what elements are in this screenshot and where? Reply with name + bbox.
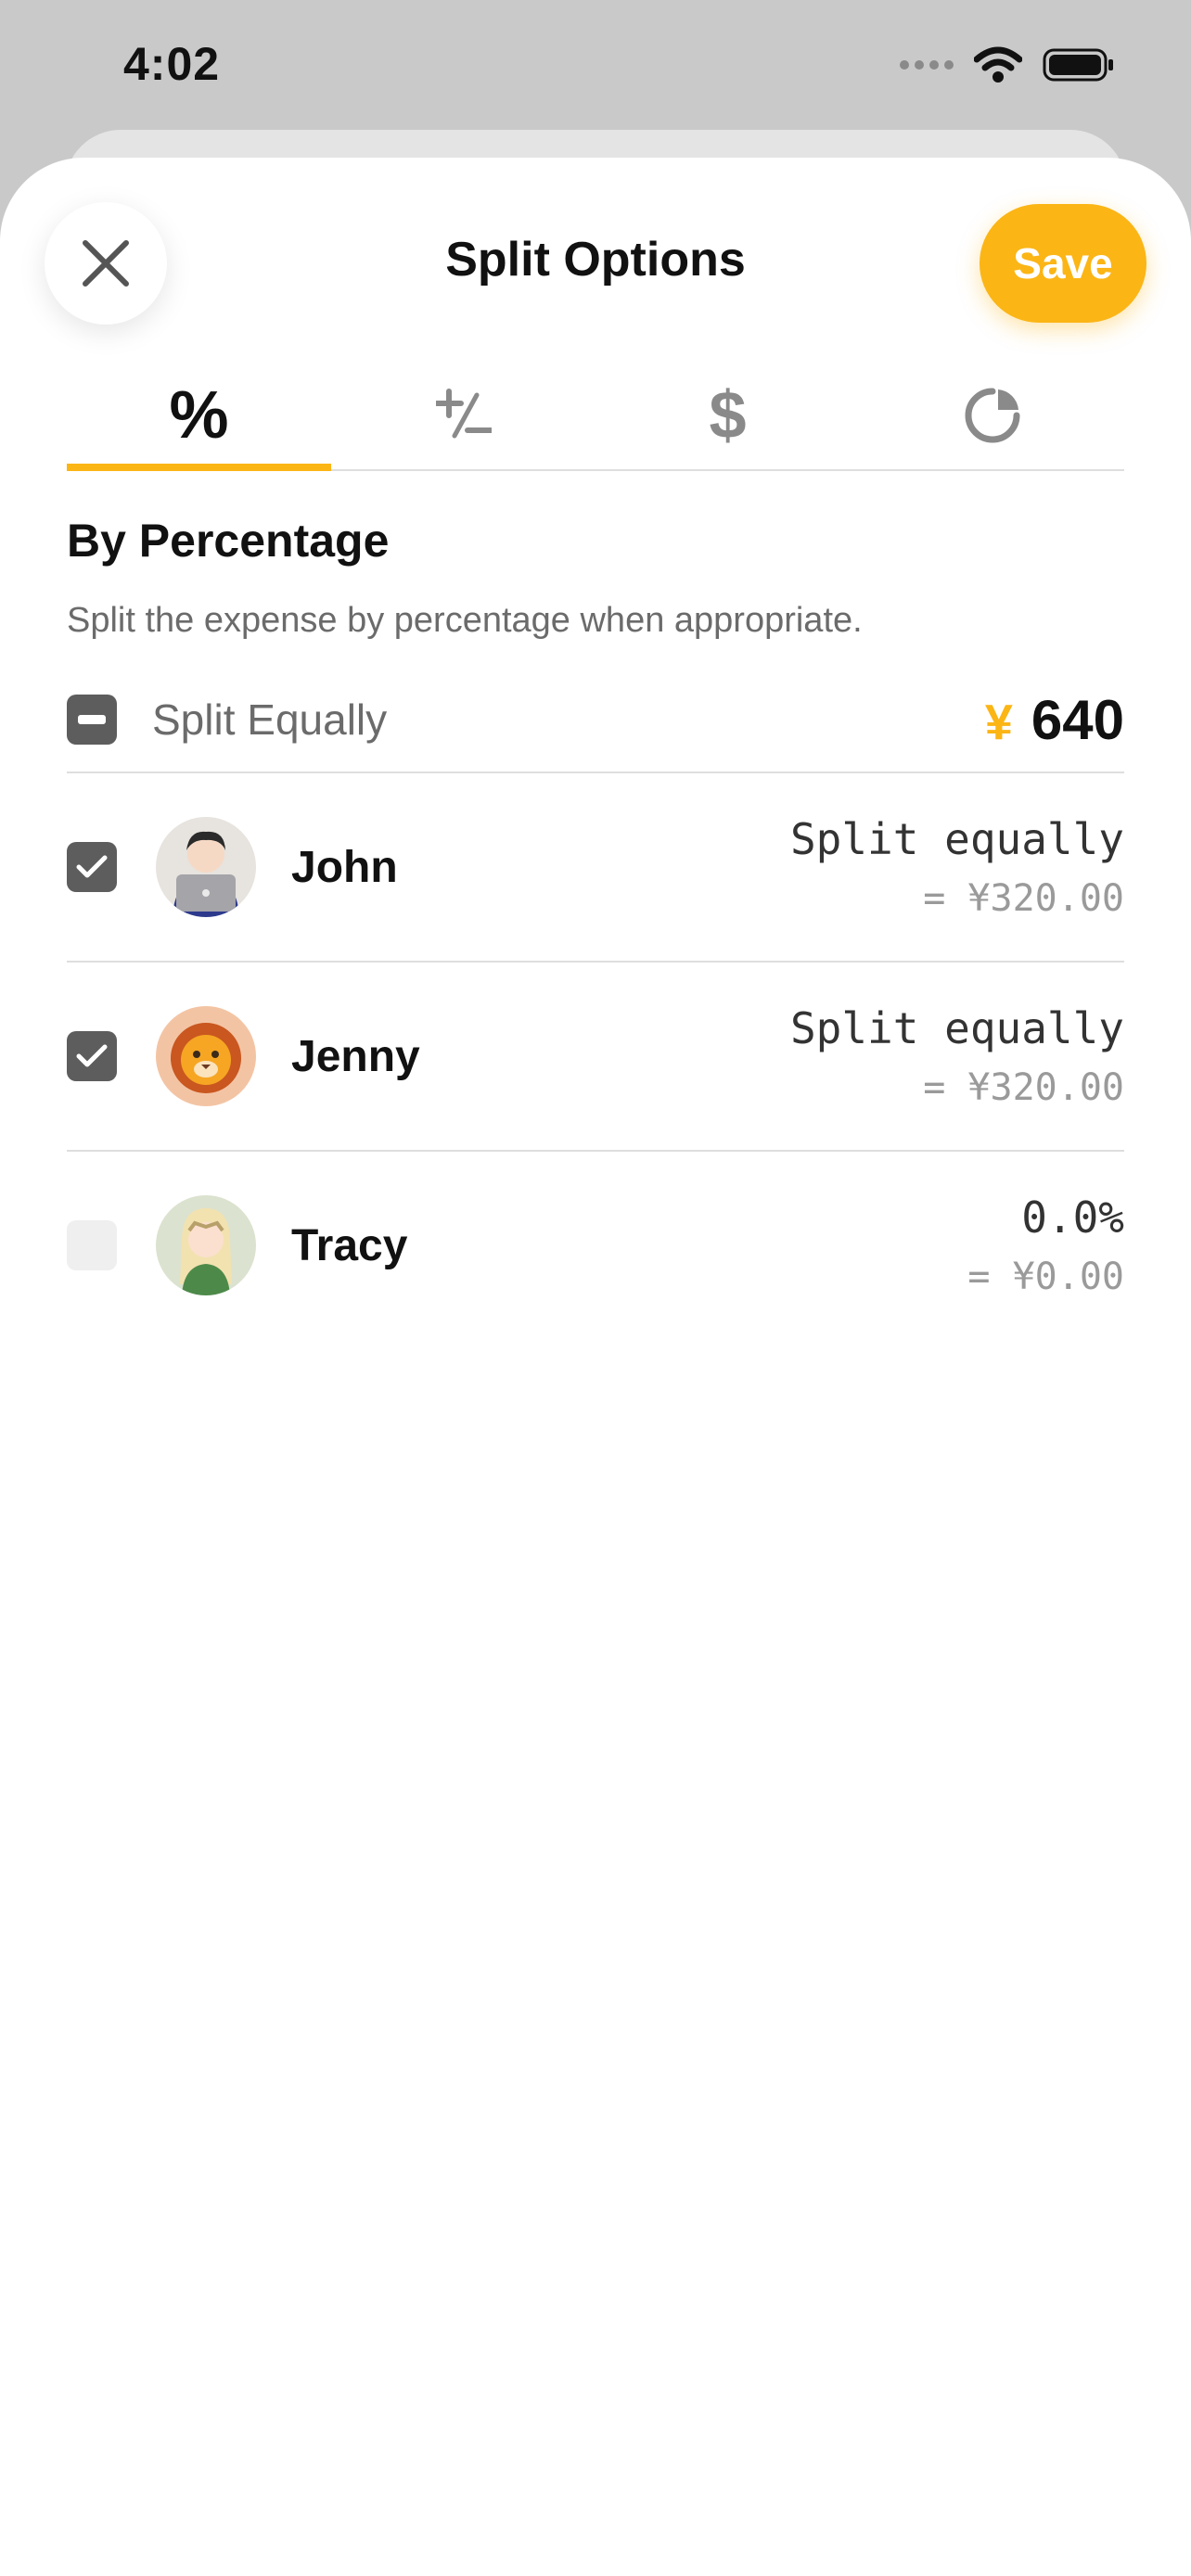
participant-amounts: Split equally = ¥320.00	[790, 1003, 1124, 1109]
participant-checkbox[interactable]	[67, 842, 117, 892]
participant-amounts: Split equally = ¥320.00	[790, 814, 1124, 920]
participant-name: Tracy	[291, 1220, 408, 1270]
split-options-sheet: Split Options Save % $ By Percentage Spl…	[0, 158, 1191, 2576]
participant-row-tracy[interactable]: Tracy 0.0% = ¥0.00	[67, 1152, 1124, 1339]
section-description: Split the expense by percentage when app…	[67, 601, 863, 640]
dollar-icon: $	[709, 378, 747, 453]
section-title: By Percentage	[67, 515, 390, 567]
split-equally-row[interactable]: Split Equally ¥ 640	[67, 668, 1124, 773]
status-icons	[900, 46, 1117, 83]
participant-checkbox[interactable]	[67, 1031, 117, 1081]
split-equally-checkbox[interactable]	[67, 695, 117, 745]
tab-dollar[interactable]: $	[596, 362, 860, 469]
split-value[interactable]: 0.0%	[967, 1192, 1124, 1243]
avatar-man-laptop-icon	[173, 831, 239, 917]
avatar-lion-icon	[171, 1023, 241, 1093]
status-time: 4:02	[123, 38, 221, 90]
total-amount: ¥ 640	[985, 688, 1124, 752]
tab-plus-minus[interactable]	[331, 362, 596, 469]
participant-row-john[interactable]: John Split equally = ¥320.00	[67, 773, 1124, 963]
computed-amount: = ¥320.00	[923, 1066, 1124, 1109]
split-value[interactable]: Split equally	[790, 814, 1124, 864]
checkmark-icon	[76, 1044, 108, 1067]
tab-percent[interactable]: %	[67, 362, 331, 471]
split-mode-tabs: % $	[67, 362, 1124, 471]
plus-minus-icon	[435, 389, 492, 439]
split-equally-label: Split Equally	[152, 695, 388, 744]
participant-name: Jenny	[291, 1031, 420, 1081]
status-bar: 4:02	[0, 0, 1191, 130]
save-button[interactable]: Save	[980, 204, 1146, 323]
participant-row-jenny[interactable]: Jenny Split equally = ¥320.00	[67, 963, 1124, 1152]
computed-amount: = ¥0.00	[967, 1256, 1124, 1298]
total-value: 640	[1031, 688, 1124, 751]
avatar	[156, 1006, 256, 1106]
tab-pie[interactable]	[860, 362, 1124, 469]
split-value[interactable]: Split equally	[790, 1003, 1124, 1053]
participant-amounts: 0.0% = ¥0.00	[967, 1192, 1124, 1298]
checkmark-icon	[76, 855, 108, 878]
participant-checkbox[interactable]	[67, 1220, 117, 1270]
avatar	[156, 817, 256, 917]
avatar	[156, 1195, 256, 1295]
computed-amount: = ¥320.00	[923, 877, 1124, 920]
participant-name: John	[291, 842, 398, 892]
cellular-signal-icon	[900, 60, 954, 70]
wifi-icon	[974, 46, 1022, 83]
avatar-elf-icon	[180, 1208, 232, 1295]
participant-list: John Split equally = ¥320.00 Jenny Split…	[67, 773, 1124, 1339]
battery-icon	[1043, 48, 1113, 82]
pie-chart-icon	[965, 388, 1019, 443]
percent-icon: %	[169, 378, 229, 453]
minus-icon	[78, 715, 106, 724]
currency-symbol: ¥	[984, 694, 1013, 750]
